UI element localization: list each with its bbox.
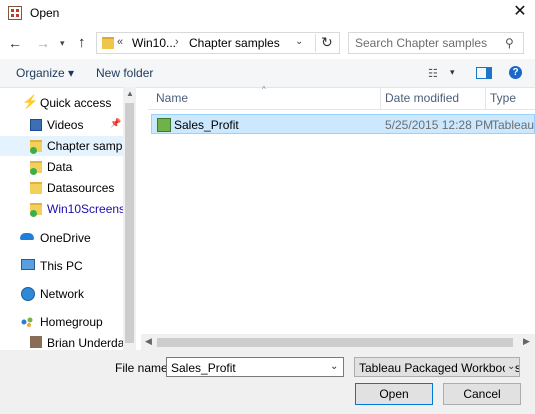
chevron-down-icon[interactable]: ⌄ bbox=[330, 361, 338, 372]
file-type-value: Tableau Packaged Workbooks ( bbox=[359, 361, 520, 375]
address-dropdown-icon[interactable]: ⌄ bbox=[295, 36, 303, 47]
forward-button[interactable]: → bbox=[36, 35, 50, 51]
scroll-right-icon[interactable]: ▶ bbox=[523, 336, 530, 347]
sidebar-item-label: Videos bbox=[47, 118, 84, 132]
sidebar-item-label: OneDrive bbox=[40, 231, 91, 245]
address-bar[interactable]: « Win10... › Chapter samples ⌄ ↻ bbox=[96, 32, 340, 54]
sidebar-item-label: Quick access bbox=[40, 96, 112, 110]
sidebar-item-label: Win10Screens bbox=[47, 202, 123, 216]
column-header-row: ^ Name Date modified Type bbox=[148, 85, 535, 110]
file-name-value[interactable]: Sales_Profit bbox=[171, 361, 236, 375]
breadcrumb-separator[interactable]: › bbox=[175, 36, 179, 48]
column-divider[interactable] bbox=[380, 87, 381, 109]
sidebar-item-label: Brian Underdahl bbox=[47, 336, 123, 350]
scroll-up-icon[interactable]: ▲ bbox=[126, 89, 134, 98]
column-divider[interactable] bbox=[485, 87, 486, 109]
sidebar-item-datasources[interactable]: Datasources bbox=[0, 178, 123, 198]
window-title: Open bbox=[30, 6, 60, 20]
cloud-icon bbox=[20, 233, 34, 240]
breadcrumb-segment[interactable]: Win10... bbox=[132, 36, 176, 50]
folder-icon bbox=[30, 140, 42, 154]
sidebar-item-data[interactable]: Data bbox=[0, 157, 123, 177]
scroll-left-icon[interactable]: ◀ bbox=[145, 336, 152, 347]
sidebar-item-videos[interactable]: Videos 📌 bbox=[0, 115, 123, 135]
column-header-type[interactable]: Type bbox=[490, 91, 516, 105]
bottom-panel: File name: Sales_Profit ⌄ Tableau Packag… bbox=[0, 350, 535, 414]
sidebar-item-user[interactable]: Brian Underdahl bbox=[0, 333, 123, 350]
sidebar-item-win10screens[interactable]: Win10Screens bbox=[0, 199, 123, 219]
breadcrumb-segment[interactable]: Chapter samples bbox=[189, 36, 280, 50]
sidebar-item-quick-access[interactable]: ⚡ Quick access bbox=[0, 93, 123, 113]
sidebar-item-label: Network bbox=[40, 287, 85, 301]
folder-icon bbox=[30, 161, 42, 175]
tableau-file-icon bbox=[157, 118, 171, 132]
chevron-down-icon[interactable]: ⌄ bbox=[505, 361, 516, 372]
organize-button[interactable]: Organize ▾ bbox=[16, 66, 74, 80]
file-name-label: File name: bbox=[115, 361, 172, 375]
sidebar-item-homegroup[interactable]: Homegroup bbox=[0, 312, 123, 332]
computer-icon bbox=[21, 259, 35, 270]
sidebar-item-chapter-samples[interactable]: Chapter samples bbox=[0, 136, 123, 156]
file-type-select[interactable]: Tableau Packaged Workbooks ( ⌄ bbox=[354, 357, 520, 377]
network-icon bbox=[21, 287, 35, 301]
sidebar-item-this-pc[interactable]: This PC bbox=[0, 256, 123, 276]
sidebar-item-label: Datasources bbox=[47, 181, 115, 195]
folder-icon bbox=[30, 203, 42, 217]
file-date: 5/25/2015 12:28 PM bbox=[385, 118, 494, 132]
close-button[interactable]: ✕ bbox=[505, 0, 535, 26]
file-type: Tableau P bbox=[492, 118, 535, 132]
title-bar: Open ✕ bbox=[0, 0, 535, 28]
toolbar: Organize ▾ New folder ☷ ▾ ? bbox=[0, 59, 535, 88]
preview-pane-icon[interactable] bbox=[476, 67, 492, 79]
cancel-button[interactable]: Cancel bbox=[443, 383, 521, 405]
sidebar-item-label: Chapter samples bbox=[47, 139, 123, 153]
sidebar-item-label: Data bbox=[47, 160, 73, 174]
user-icon bbox=[30, 336, 42, 348]
search-box[interactable]: Search Chapter samples ⚲ bbox=[348, 32, 524, 54]
column-header-name[interactable]: Name bbox=[156, 91, 188, 105]
view-dropdown-icon[interactable]: ▾ bbox=[450, 67, 455, 78]
help-icon[interactable]: ? bbox=[509, 66, 522, 79]
homegroup-icon bbox=[21, 316, 33, 327]
folder-icon bbox=[102, 37, 114, 49]
pin-icon[interactable]: 📌 bbox=[110, 118, 121, 129]
file-name: Sales_Profit bbox=[174, 118, 239, 132]
file-name-input[interactable]: Sales_Profit ⌄ bbox=[166, 357, 344, 377]
sidebar-scroll-thumb[interactable] bbox=[125, 103, 134, 343]
back-button[interactable]: ← bbox=[8, 35, 22, 51]
horizontal-scrollbar[interactable]: ◀ ▶ bbox=[141, 334, 535, 350]
recent-locations-button[interactable]: ▾ bbox=[60, 38, 65, 49]
sidebar-item-onedrive[interactable]: OneDrive bbox=[0, 228, 123, 248]
folder-icon bbox=[30, 182, 42, 194]
address-overflow[interactable]: « bbox=[117, 36, 123, 48]
refresh-button[interactable]: ↻ bbox=[315, 34, 333, 52]
file-row[interactable]: Sales_Profit 5/25/2015 12:28 PM Tableau … bbox=[151, 114, 535, 134]
sidebar-item-label: This PC bbox=[40, 259, 83, 273]
column-header-date[interactable]: Date modified bbox=[385, 91, 459, 105]
search-input[interactable]: Search Chapter samples bbox=[355, 36, 487, 50]
view-options-icon[interactable]: ☷ bbox=[428, 67, 438, 80]
up-button[interactable]: ↑ bbox=[78, 34, 86, 51]
sidebar-item-network[interactable]: Network bbox=[0, 284, 123, 304]
search-icon[interactable]: ⚲ bbox=[505, 36, 514, 50]
star-icon: ⚡ bbox=[22, 94, 39, 109]
sort-icon: ^ bbox=[262, 85, 266, 94]
video-folder-icon bbox=[30, 119, 42, 131]
open-button[interactable]: Open bbox=[355, 383, 433, 405]
sidebar-item-label: Homegroup bbox=[40, 315, 103, 329]
new-folder-button[interactable]: New folder bbox=[96, 66, 153, 80]
navigation-pane: ⚡ Quick access Videos 📌 Chapter samples … bbox=[0, 87, 123, 350]
app-icon bbox=[8, 6, 22, 20]
horizontal-scroll-thumb[interactable] bbox=[157, 338, 513, 347]
